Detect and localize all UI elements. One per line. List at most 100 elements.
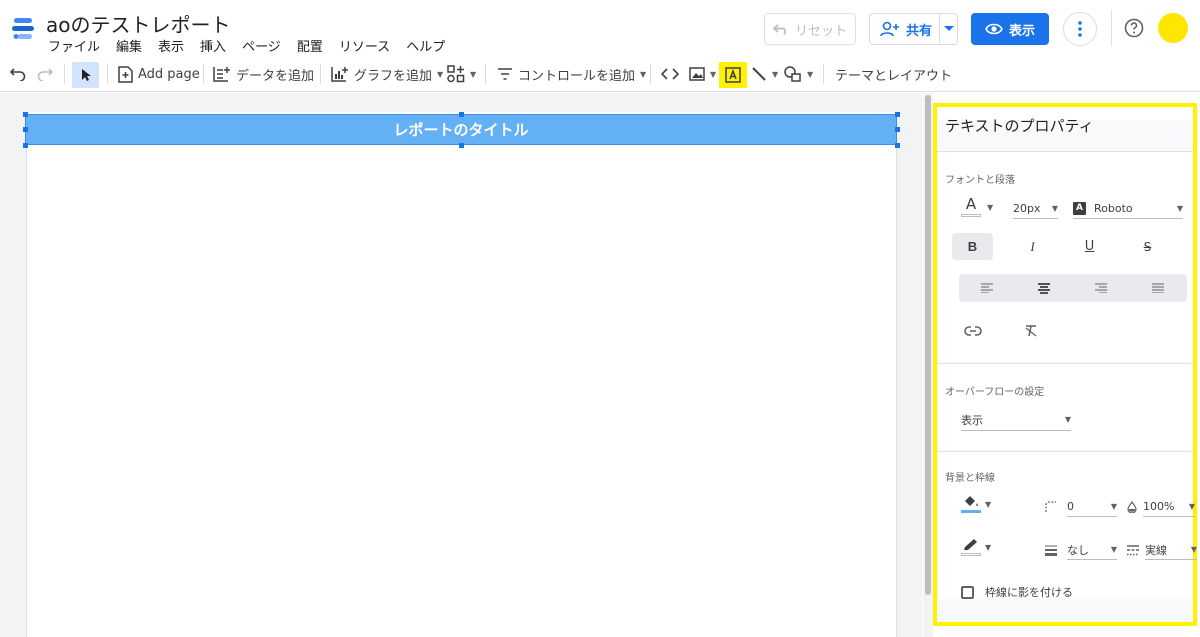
align-center-button[interactable] <box>1030 274 1058 302</box>
add-chart-label: グラフを追加 <box>354 68 433 84</box>
avatar[interactable] <box>1158 13 1188 43</box>
help-icon[interactable] <box>1124 18 1144 38</box>
toolbar-divider <box>650 64 651 84</box>
border-color-swatch <box>961 553 981 556</box>
menu-insert[interactable]: 挿入 <box>200 36 226 55</box>
undo-icon <box>10 68 26 81</box>
link-icon <box>964 326 982 336</box>
panel-title: テキストのプロパティ <box>945 117 1094 135</box>
caret-down-icon: ▼ <box>437 69 444 79</box>
caret-down-icon: ▼ <box>985 542 992 552</box>
line-style-icon <box>1127 544 1139 555</box>
underline-button[interactable]: U <box>1069 233 1110 260</box>
caret-down-icon: ▼ <box>985 499 992 509</box>
reset-button[interactable]: リセット <box>764 13 856 45</box>
caret-down-icon <box>943 26 954 31</box>
share-button[interactable]: 共有 <box>869 13 958 45</box>
font-size-select[interactable]: 20px ▼ <box>1013 198 1058 219</box>
menu-help[interactable]: ヘルプ <box>406 36 445 55</box>
align-right-button[interactable] <box>1087 274 1115 302</box>
panel-footer-bg <box>937 599 1193 622</box>
menu-edit[interactable]: 編集 <box>116 36 142 55</box>
add-data-button[interactable]: データを追加 <box>213 56 314 92</box>
resize-handle[interactable] <box>895 143 900 148</box>
resize-handle[interactable] <box>459 143 464 148</box>
overflow-select[interactable]: 表示 ▼ <box>961 409 1071 431</box>
canvas-scrollbar[interactable] <box>925 95 931 595</box>
font-family-select[interactable]: A Roboto ▼ <box>1073 198 1183 219</box>
toolbar-divider <box>107 64 108 84</box>
report-title[interactable]: aoのテストレポート <box>46 9 231 38</box>
divider <box>937 151 1193 152</box>
overflow-value: 表示 <box>961 413 983 427</box>
add-page-button[interactable]: Add page <box>118 56 200 92</box>
community-components-button[interactable]: ▼ <box>447 56 476 92</box>
fill-color-swatch <box>961 510 981 513</box>
strikethrough-button[interactable]: S <box>1127 233 1168 260</box>
redo-button[interactable] <box>37 56 53 92</box>
resize-handle[interactable] <box>23 143 28 148</box>
align-left-button[interactable] <box>973 274 1001 302</box>
caret-down-icon: ▼ <box>987 202 994 212</box>
more-options-button[interactable] <box>1063 12 1097 46</box>
resize-handle[interactable] <box>459 112 464 117</box>
background-color-picker[interactable]: ▼ <box>961 495 991 513</box>
add-page-label: Add page <box>138 66 200 82</box>
border-style-control: 実線 ▼ <box>1127 540 1197 560</box>
insert-link-button[interactable] <box>959 319 987 343</box>
align-center-icon <box>1038 282 1050 294</box>
line-icon <box>752 67 766 81</box>
clear-formatting-button[interactable] <box>1017 319 1045 343</box>
resize-handle[interactable] <box>23 127 28 132</box>
toolbar-divider <box>823 64 824 84</box>
report-title-textbox[interactable]: レポートのタイトル <box>25 114 897 145</box>
opacity-select[interactable]: 100% ▼ <box>1143 497 1195 517</box>
align-justify-button[interactable] <box>1144 274 1172 302</box>
menu-arrange[interactable]: 配置 <box>297 36 323 55</box>
view-button[interactable]: 表示 <box>971 13 1049 45</box>
menu-resource[interactable]: リソース <box>339 36 390 55</box>
text-box-tool-button[interactable] <box>719 62 747 88</box>
caret-down-icon: ▼ <box>470 69 477 79</box>
add-chart-button[interactable]: グラフを追加 ▼ <box>331 56 443 92</box>
line-button[interactable]: ▼ <box>751 56 778 92</box>
share-dropdown-caret[interactable] <box>940 26 957 32</box>
fill-bucket-icon <box>965 496 978 506</box>
caret-down-icon: ▼ <box>1110 502 1117 511</box>
looker-studio-logo[interactable] <box>10 16 36 42</box>
border-weight-select[interactable]: なし ▼ <box>1067 540 1117 560</box>
overflow-section-label: オーバーフローの設定 <box>945 387 1045 398</box>
redo-icon <box>37 68 53 81</box>
resize-handle[interactable] <box>895 112 900 117</box>
shapes-icon <box>784 66 801 82</box>
border-color-picker[interactable]: ▼ <box>961 538 991 556</box>
undo-button[interactable] <box>10 56 26 92</box>
image-button[interactable]: ▼ <box>689 56 716 92</box>
resize-handle[interactable] <box>895 127 900 132</box>
menu-file[interactable]: ファイル <box>48 36 100 55</box>
font-color-picker[interactable]: A ▼ <box>961 196 993 218</box>
bold-button[interactable]: B <box>952 233 993 260</box>
view-label: 表示 <box>1008 23 1035 39</box>
resize-handle[interactable] <box>23 112 28 117</box>
report-page[interactable] <box>26 112 897 637</box>
embed-url-button[interactable] <box>661 56 679 92</box>
menu-page[interactable]: ページ <box>242 36 281 55</box>
add-control-button[interactable]: コントロールを追加 ▼ <box>497 56 646 92</box>
toolbar-divider <box>64 64 65 84</box>
select-tool-button[interactable] <box>72 62 99 88</box>
italic-button[interactable]: I <box>1012 233 1053 260</box>
menu-bar: ファイル 編集 表示 挿入 ページ 配置 リソース ヘルプ <box>48 36 461 55</box>
opacity-icon <box>1127 501 1137 513</box>
corner-radius-select[interactable]: 0 ▼ <box>1067 497 1117 517</box>
theme-layout-button[interactable]: テーマとレイアウト <box>835 56 952 92</box>
font-color-icon: A <box>965 195 977 213</box>
divider <box>937 451 1193 452</box>
border-style-select[interactable]: 実線 ▼ <box>1145 540 1197 560</box>
line-weight-icon <box>1045 545 1057 556</box>
menu-view[interactable]: 表示 <box>158 36 184 55</box>
caret-down-icon: ▼ <box>1190 545 1197 554</box>
border-shadow-checkbox[interactable] <box>961 585 974 599</box>
border-shadow-label: 枠線に影を付ける <box>985 586 1073 599</box>
shape-button[interactable]: ▼ <box>784 56 813 92</box>
